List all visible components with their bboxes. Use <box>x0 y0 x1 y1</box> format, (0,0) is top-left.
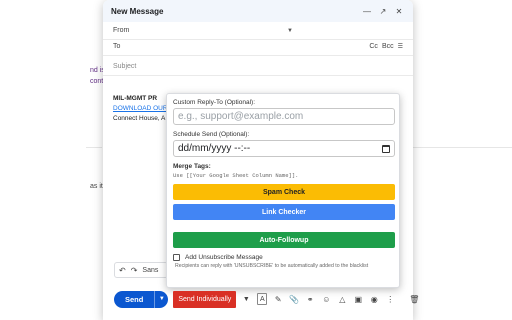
chevron-down-icon[interactable]: ▼ <box>287 28 293 34</box>
reply-to-label: Custom Reply-To (Optional): <box>173 99 255 106</box>
send-button[interactable]: Send <box>114 295 154 304</box>
chevron-down-icon[interactable]: ▼ <box>241 296 251 303</box>
extension-panel: Custom Reply-To (Optional): e.g., suppor… <box>166 93 400 288</box>
redo-icon[interactable]: ↷ <box>131 266 138 275</box>
bg-divider <box>413 147 512 148</box>
cc-bcc-links: Cc Bcc ☰ <box>369 43 403 50</box>
compose-title: New Message <box>111 6 164 16</box>
compose-toolbar: Send ▼ Send Individually ▼ A ✎ 📎 ⚭ ☺ △ ▣… <box>114 290 419 308</box>
signature-block: MIL-MGMT PR DOWNLOAD OUR Connect House, … <box>113 94 168 124</box>
reply-to-input[interactable]: e.g., support@example.com <box>173 108 395 125</box>
compose-header: New Message — ↗ ✕ <box>103 0 413 22</box>
drive-icon[interactable]: △ <box>337 293 347 305</box>
to-label: To <box>113 43 121 50</box>
signature-address: Connect House, A <box>113 115 166 122</box>
gmail-screen: nd is conta as its New Message — ↗ ✕ Fro… <box>0 0 512 320</box>
send-individually-button[interactable]: Send Individually <box>173 290 237 308</box>
pen-icon[interactable]: ✎ <box>273 293 283 305</box>
photo-icon[interactable]: ▣ <box>353 293 363 305</box>
expand-icon[interactable]: ↗ <box>377 5 389 17</box>
cc-link[interactable]: Cc <box>369 43 378 50</box>
merge-tags-hint: Use [[Your Google Sheet Column Name]]. <box>173 172 299 179</box>
contacts-icon[interactable]: ☰ <box>398 43 403 50</box>
from-label: From <box>113 27 130 34</box>
unsubscribe-row[interactable]: Add Unsubscribe Message <box>173 254 393 261</box>
subject-field[interactable]: Subject <box>113 63 403 70</box>
formatting-options-icon[interactable]: A <box>257 293 268 305</box>
bg-divider <box>86 147 102 148</box>
subject-row[interactable]: Subject <box>103 58 413 76</box>
formatting-bar: ↶ ↷ Sans <box>114 262 168 278</box>
to-row[interactable]: To Cc Bcc ☰ <box>103 38 413 56</box>
undo-icon[interactable]: ↶ <box>119 266 126 275</box>
lock-icon[interactable]: ◉ <box>369 293 379 305</box>
schedule-value: dd/mm/yyyy --:-- <box>178 143 251 154</box>
schedule-label: Schedule Send (Optional): <box>173 131 250 138</box>
close-icon[interactable]: ✕ <box>393 5 405 17</box>
more-options-icon[interactable]: ⋮ <box>385 293 395 305</box>
minimize-icon[interactable]: — <box>361 5 373 17</box>
signature-name: MIL-MGMT PR <box>113 95 158 102</box>
schedule-input[interactable]: dd/mm/yyyy --:-- <box>173 140 395 157</box>
font-select[interactable]: Sans <box>142 267 158 274</box>
spam-check-button[interactable]: Spam Check <box>173 184 395 200</box>
send-options-chevron-icon[interactable]: ▼ <box>154 290 168 308</box>
emoji-icon[interactable]: ☺ <box>321 293 331 305</box>
unsubscribe-label: Add Unsubscribe Message <box>185 254 263 261</box>
link-checker-button[interactable]: Link Checker <box>173 204 395 220</box>
attach-icon[interactable]: 📎 <box>289 293 299 305</box>
auto-followup-button[interactable]: Auto-Followup <box>173 232 395 248</box>
signature-link[interactable]: DOWNLOAD OUR <box>113 104 168 114</box>
trash-icon[interactable]: 🗑 <box>409 293 419 305</box>
unsubscribe-note: Recipients can reply with 'UNSUBSCRIBE' … <box>175 263 369 269</box>
bcc-link[interactable]: Bcc <box>382 43 394 50</box>
merge-tags-title: Merge Tags: <box>173 163 211 170</box>
calendar-icon[interactable] <box>382 144 390 153</box>
unsubscribe-checkbox[interactable] <box>173 254 180 261</box>
send-button-group: Send ▼ <box>114 290 169 308</box>
link-icon[interactable]: ⚭ <box>305 293 315 305</box>
